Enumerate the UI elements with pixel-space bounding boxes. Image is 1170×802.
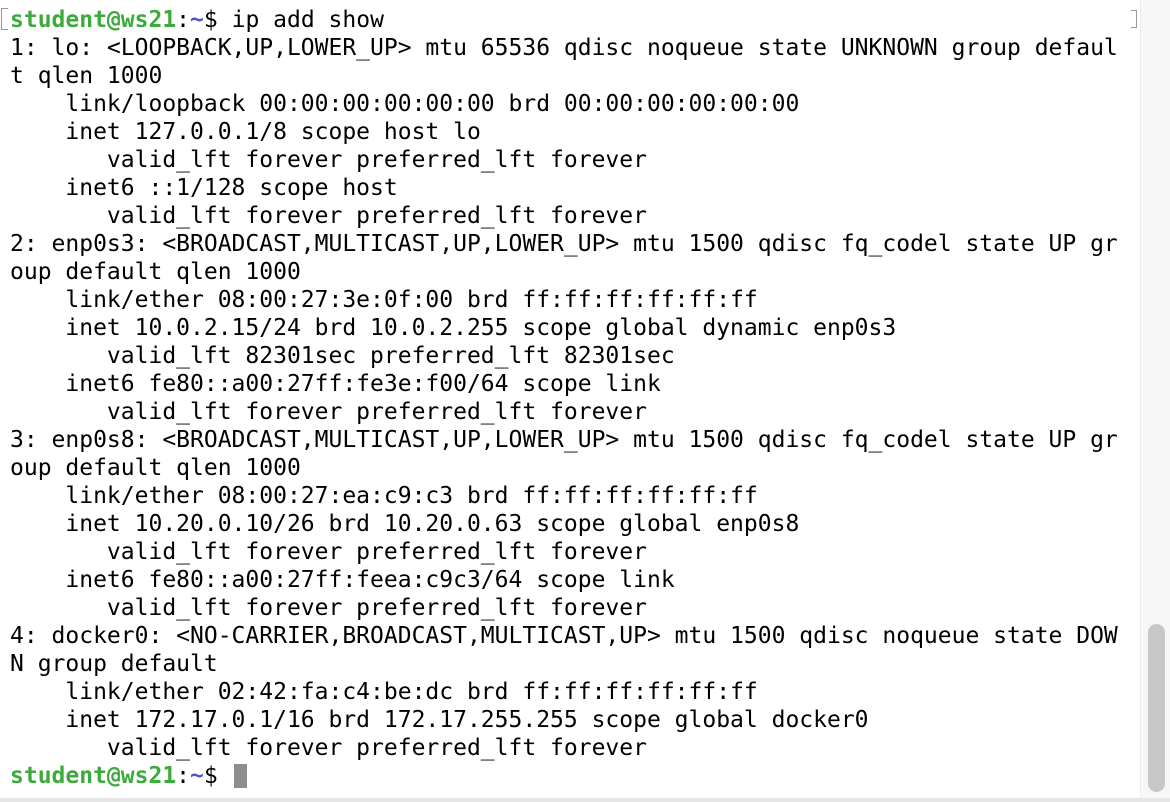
output-line: valid_lft forever preferred_lft forever: [10, 399, 647, 425]
prompt-symbol: $: [203, 7, 218, 33]
output-line: inet6 fe80::a00:27ff:feea:c9c3/64 scope …: [10, 567, 675, 593]
output-line: 1: lo: <LOOPBACK,UP,LOWER_UP> mtu 65536 …: [10, 35, 1118, 61]
text-cursor[interactable]: [233, 764, 247, 788]
active-prompt-line[interactable]: student@ws21:~$: [10, 762, 1140, 790]
output-line: valid_lft forever preferred_lft forever: [10, 147, 647, 173]
output-line: valid_lft 82301sec preferred_lft 82301se…: [10, 343, 675, 369]
output-line: link/ether 08:00:27:3e:0f:00 brd ff:ff:f…: [10, 287, 758, 313]
output-line: valid_lft forever preferred_lft forever: [10, 539, 647, 565]
output-line: link/ether 08:00:27:ea:c9:c3 brd ff:ff:f…: [10, 483, 758, 509]
output-line: inet6 ::1/128 scope host: [10, 175, 398, 201]
window-bottom-edge: [0, 798, 1170, 802]
scrollbar-thumb[interactable]: [1148, 624, 1165, 792]
output-line: oup default qlen 1000: [10, 455, 301, 481]
prompt-user-host: student@ws21: [10, 7, 177, 33]
output-line: inet 10.0.2.15/24 brd 10.0.2.255 scope g…: [10, 315, 897, 341]
output-line: link/loopback 00:00:00:00:00:00 brd 00:0…: [10, 91, 800, 117]
output-line: 3: enp0s8: <BROADCAST,MULTICAST,UP,LOWER…: [10, 427, 1118, 453]
prompt-path: ~: [190, 763, 204, 789]
prompt-path: ~: [190, 7, 204, 33]
output-line: inet6 fe80::a00:27ff:fe3e:f00/64 scope l…: [10, 371, 661, 397]
output-line: inet 172.17.0.1/16 brd 172.17.255.255 sc…: [10, 707, 869, 733]
output-line: N group default: [10, 651, 218, 677]
output-line: inet 127.0.0.1/8 scope host lo: [10, 119, 481, 145]
prompt-user-host: student@ws21: [10, 763, 177, 789]
command-line: student@ws21:~$ ip add show: [10, 7, 384, 33]
selection-bracket-left: [1, 8, 8, 30]
terminal-output[interactable]: student@ws21:~$ ip add show 1: lo: <LOOP…: [10, 6, 1140, 790]
output-line: valid_lft forever preferred_lft forever: [10, 595, 647, 621]
output-line: t qlen 1000: [10, 63, 163, 89]
output-line: 4: docker0: <NO-CARRIER,BROADCAST,MULTIC…: [10, 623, 1118, 649]
output-line: valid_lft forever preferred_lft forever: [10, 735, 647, 761]
output-line: 2: enp0s3: <BROADCAST,MULTICAST,UP,LOWER…: [10, 231, 1118, 257]
output-line: oup default qlen 1000: [10, 259, 301, 285]
command-text: ip add show: [231, 7, 384, 33]
output-line: inet 10.20.0.10/26 brd 10.20.0.63 scope …: [10, 511, 800, 537]
prompt-symbol: $: [203, 763, 218, 789]
output-line: valid_lft forever preferred_lft forever: [10, 203, 647, 229]
terminal-window[interactable]: student@ws21:~$ ip add show 1: lo: <LOOP…: [0, 0, 1170, 802]
output-line: link/ether 02:42:fa:c4:be:dc brd ff:ff:f…: [10, 679, 758, 705]
